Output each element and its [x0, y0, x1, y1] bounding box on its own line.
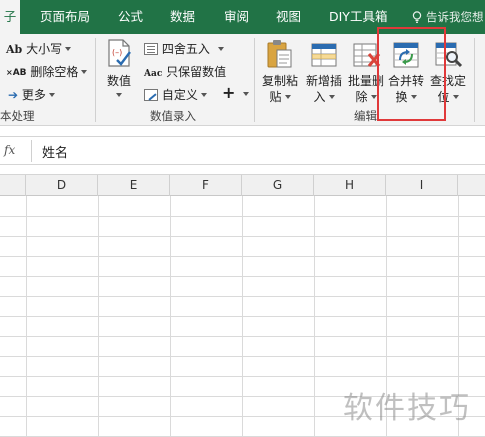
chevron-down-icon: [48, 93, 55, 97]
svg-text:(–): (–): [112, 48, 122, 57]
case-button[interactable]: Ab 大小写: [6, 40, 72, 57]
round-label: 四舍五入: [161, 42, 210, 56]
keep-value-icon: Aac: [144, 69, 163, 79]
chevron-down-icon: [200, 93, 207, 97]
column-header-f[interactable]: F: [170, 175, 242, 196]
numeric-button[interactable]: (–) 数值: [100, 34, 138, 106]
column-header-e[interactable]: E: [98, 175, 170, 196]
add-insert-label-1: 新增插: [305, 74, 342, 88]
chevron-down-icon: [217, 47, 224, 51]
group-divider: [254, 38, 255, 122]
column-header-i[interactable]: I: [386, 175, 458, 196]
chevron-down-icon: [452, 95, 459, 99]
chevron-down-icon: [370, 95, 377, 99]
tab-formulas[interactable]: 公式: [118, 0, 143, 34]
plus-icon: +: [222, 83, 236, 102]
formula-divider: [31, 140, 32, 162]
more-button[interactable]: ➔ 更多: [8, 86, 55, 103]
tab-view[interactable]: 视图: [276, 0, 301, 34]
tab-page-layout[interactable]: 页面布局: [40, 0, 90, 34]
chevron-down-icon: [116, 93, 122, 97]
tab-data[interactable]: 数据: [170, 0, 195, 34]
watermark-text: 软件技巧: [343, 391, 471, 426]
grid-row-line: [0, 276, 485, 277]
more-label: 更多: [21, 88, 46, 102]
numeric-dropdown[interactable]: [100, 88, 138, 102]
column-header-h[interactable]: H: [314, 175, 386, 196]
column-header-g[interactable]: G: [242, 175, 314, 196]
group-divider: [95, 38, 96, 122]
fx-icon[interactable]: fx: [4, 143, 15, 157]
remove-spaces-button[interactable]: ×AB 删除空格: [6, 63, 88, 80]
formula-bar: fx 姓名: [0, 136, 485, 165]
grid-row-line: [0, 296, 485, 297]
case-icon: Ab: [6, 43, 23, 56]
chevron-down-icon: [243, 92, 250, 96]
plus-button[interactable]: +: [222, 83, 250, 102]
grid-row-line: [0, 336, 485, 337]
tell-me-text: 告诉我您想: [426, 10, 484, 24]
number-group-label: 数值录入: [150, 109, 196, 123]
group-divider: [474, 38, 475, 122]
column-header-d[interactable]: D: [26, 175, 98, 196]
tab-review[interactable]: 审阅: [224, 0, 249, 34]
chevron-down-icon: [65, 47, 72, 51]
arrow-right-icon: ➔: [8, 88, 19, 102]
numeric-label: 数值: [106, 74, 131, 88]
grid-row-line: [0, 256, 485, 257]
add-insert-label-2: 入: [302, 88, 346, 105]
text-group-label: 本处理: [0, 109, 35, 123]
lightbulb-icon: [412, 11, 422, 23]
edit-group-label: 编辑: [354, 109, 377, 123]
chevron-down-icon: [328, 95, 335, 99]
formula-input[interactable]: 姓名: [42, 142, 68, 161]
grid-row-line: [0, 376, 485, 377]
numeric-icon: (–): [108, 39, 131, 67]
remove-spaces-label: 删除空格: [30, 65, 79, 79]
remove-spaces-icon: ×AB: [6, 68, 27, 78]
column-header-row: D E F G H I: [0, 174, 485, 196]
grid-row-line: [0, 316, 485, 317]
custom-icon: [144, 89, 158, 101]
copy-paste-button[interactable]: 复制粘 贴: [258, 34, 302, 106]
chevron-down-icon: [284, 95, 291, 99]
grid-row-line: [0, 216, 485, 217]
custom-label: 自定义: [161, 88, 198, 102]
copy-paste-label-2: 贴: [258, 88, 302, 105]
insert-rows-icon: [311, 43, 337, 67]
grid-row-line: [0, 356, 485, 357]
highlight-box: [377, 27, 446, 121]
grid-row-line: [0, 236, 485, 237]
column-header-partial[interactable]: [0, 175, 26, 196]
keep-value-label: 只保留数值: [166, 65, 227, 79]
tab-home[interactable]: 子: [0, 0, 20, 34]
round-icon: [144, 43, 158, 55]
keep-value-button[interactable]: Aac 只保留数值: [144, 63, 226, 80]
add-insert-button[interactable]: 新增插 入: [302, 34, 346, 106]
chevron-down-icon: [81, 70, 88, 74]
copy-paste-label-1: 复制粘: [261, 74, 298, 88]
clipboard-icon: [267, 40, 292, 68]
case-label: 大小写: [26, 42, 63, 56]
custom-button[interactable]: 自定义: [144, 86, 207, 103]
round-button[interactable]: 四舍五入: [144, 40, 224, 57]
